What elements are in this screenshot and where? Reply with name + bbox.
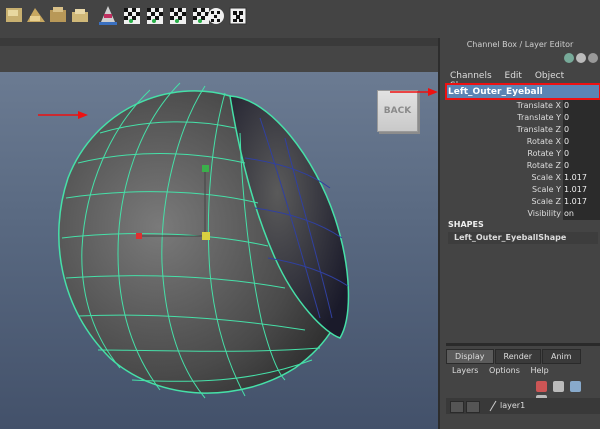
attr-value[interactable]: 0: [563, 136, 600, 148]
shapes-header: SHAPES: [448, 220, 484, 229]
layer-add-icon[interactable]: [570, 381, 581, 392]
attribute-list: Translate X0 Translate Y0 Translate Z0 R…: [446, 100, 600, 220]
axis-icon[interactable]: [564, 53, 574, 63]
attr-value[interactable]: 0: [563, 100, 600, 112]
manipulator-y-handle[interactable]: [202, 165, 209, 172]
attr-value[interactable]: 0: [563, 148, 600, 160]
layer-editor-tabs: Display Render Anim: [446, 349, 582, 364]
menu-help[interactable]: Help: [530, 366, 548, 375]
annotation-arrow-right: [390, 88, 438, 96]
attr-scale-z[interactable]: Scale Z 1.017: [446, 196, 600, 208]
layer-stack-icon[interactable]: [553, 381, 564, 392]
manipulator-center-handle[interactable]: [202, 232, 210, 240]
shelf-toolbar: [0, 0, 600, 39]
menu-edit[interactable]: Edit: [505, 71, 522, 81]
new-layer-icon[interactable]: [536, 381, 547, 392]
layer-editor-menu: Layers Options Help: [452, 366, 557, 375]
render-sphere-icon[interactable]: [208, 8, 224, 24]
attr-scale-y[interactable]: Scale Y 1.017: [446, 184, 600, 196]
attr-label: Scale Y: [532, 185, 561, 194]
layer-color-icon: [489, 400, 497, 412]
layer-display-toggle[interactable]: [466, 401, 480, 413]
attribute-icon[interactable]: [588, 53, 598, 63]
attr-label: Scale X: [531, 173, 561, 182]
attr-translate-y[interactable]: Translate Y0: [446, 112, 600, 124]
light-icon[interactable]: [99, 6, 117, 25]
panel-divider[interactable]: [446, 343, 600, 346]
shelf-icon-2[interactable]: [27, 8, 45, 22]
attr-value[interactable]: 1.017: [563, 196, 600, 208]
attr-value[interactable]: 0: [563, 160, 600, 172]
menu-layers[interactable]: Layers: [452, 366, 478, 375]
attr-scale-x[interactable]: Scale X 1.017: [446, 172, 600, 184]
annotation-highlight-box: [445, 83, 600, 100]
checker-icon-2[interactable]: [147, 8, 163, 24]
attr-label: Translate Z: [516, 125, 561, 134]
checker-icon-1[interactable]: [124, 8, 140, 24]
attr-label: Scale Z: [531, 197, 561, 206]
tab-anim[interactable]: Anim: [541, 349, 581, 364]
layer-name[interactable]: layer1: [500, 401, 525, 410]
tab-display[interactable]: Display: [446, 349, 494, 364]
attr-rotate-x[interactable]: Rotate X0: [446, 136, 600, 148]
attr-value[interactable]: 0: [563, 124, 600, 136]
viewport-3d[interactable]: BACK: [0, 38, 438, 429]
checker-window-icon[interactable]: [229, 7, 247, 25]
attr-label: Rotate X: [526, 137, 561, 146]
manipulator-x-handle[interactable]: [136, 233, 142, 239]
attr-translate-x[interactable]: Translate X0: [446, 100, 600, 112]
checker-icon-4[interactable]: [193, 8, 209, 24]
attr-rotate-y[interactable]: Rotate Y0: [446, 148, 600, 160]
panel-icons: [562, 53, 598, 66]
attr-value[interactable]: on: [563, 208, 600, 220]
attr-translate-z[interactable]: Translate Z0: [446, 124, 600, 136]
attr-label: Translate X: [516, 101, 561, 110]
channel-box-panel: Channel Box / Layer Editor Channels Edit…: [438, 38, 600, 429]
menu-channels[interactable]: Channels: [450, 71, 492, 81]
attr-visibility[interactable]: Visibility on: [446, 208, 600, 220]
checker-icon-3[interactable]: [170, 8, 186, 24]
attr-label: Visibility: [527, 209, 561, 218]
shelf-icon-4[interactable]: [72, 9, 88, 22]
menu-object[interactable]: Object: [535, 71, 564, 81]
attr-value[interactable]: 1.017: [563, 172, 600, 184]
panel-title: Channel Box / Layer Editor: [466, 40, 574, 49]
attr-label: Rotate Z: [526, 161, 561, 170]
eyeball-wireframe[interactable]: [0, 38, 438, 429]
sphere-icon[interactable]: [576, 53, 586, 63]
menu-options[interactable]: Options: [489, 366, 520, 375]
shape-node-name[interactable]: Left_Outer_EyeballShape: [448, 232, 598, 244]
shelf-icon-1[interactable]: [6, 8, 22, 22]
attr-value[interactable]: 1.017: [563, 184, 600, 196]
layer-row[interactable]: layer1: [446, 398, 600, 414]
attr-label: Rotate Y: [527, 149, 561, 158]
attr-value[interactable]: 0: [563, 112, 600, 124]
attr-label: Translate Y: [517, 113, 561, 122]
annotation-arrow-left: [38, 111, 88, 119]
layer-visibility-toggle[interactable]: [450, 401, 464, 413]
attr-rotate-z[interactable]: Rotate Z0: [446, 160, 600, 172]
tab-render[interactable]: Render: [494, 349, 541, 364]
shelf-icon-3[interactable]: [50, 7, 66, 22]
